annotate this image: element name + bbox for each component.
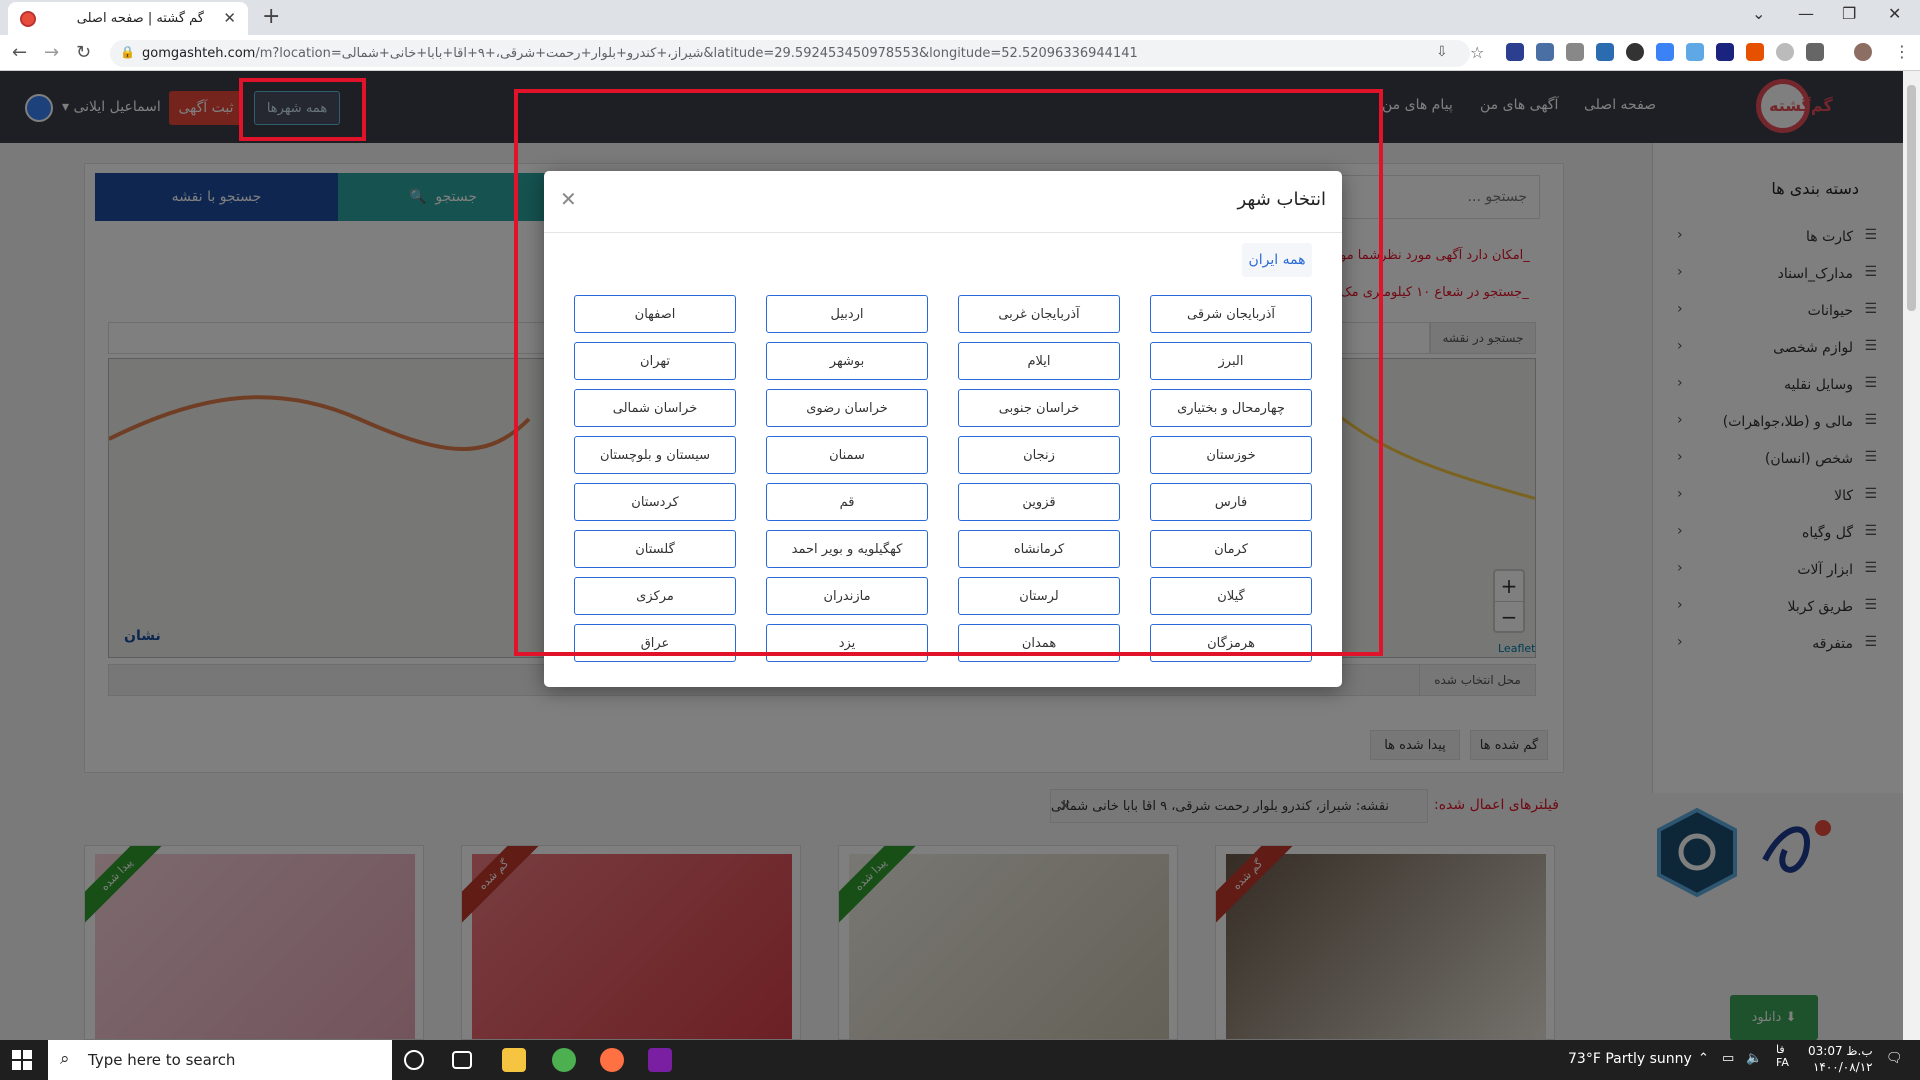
city-button[interactable]: خراسان جنوبی [958,389,1120,427]
bookmark-star-icon[interactable]: ☆ [1470,43,1484,62]
city-select-modal: انتخاب شهر ✕ همه ایران آذربایجان شرقی آذ… [544,171,1342,687]
restore-icon[interactable]: ❐ [1842,4,1856,23]
page-scrollbar[interactable] [1903,71,1920,1040]
firefox-icon[interactable] [600,1048,624,1072]
city-button[interactable]: قزوین [958,483,1120,521]
close-tab-icon[interactable]: ✕ [223,9,236,27]
windows-start-icon[interactable] [12,1050,32,1070]
weather-widget[interactable]: 73°F Partly sunny [1568,1051,1692,1067]
profile-avatar[interactable] [1854,43,1872,61]
notifications-icon[interactable]: 🗨 [1886,1051,1903,1066]
extension-icon[interactable] [1686,43,1704,61]
taskbar-search-input[interactable]: ⌕ Type here to search [48,1040,392,1080]
kebab-menu-icon[interactable]: ⋮ [1894,42,1910,61]
city-button[interactable]: عراق [574,624,736,662]
city-button[interactable]: آذربایجان غربی [958,295,1120,333]
city-button[interactable]: خراسان رضوی [766,389,928,427]
city-button[interactable]: گیلان [1150,577,1312,615]
new-tab-icon[interactable]: + [262,4,280,29]
translate-extension-icon[interactable] [1656,43,1674,61]
city-button[interactable]: مازندران [766,577,928,615]
city-button[interactable]: لرستان [958,577,1120,615]
city-button[interactable]: کرمان [1150,530,1312,568]
task-view-icon[interactable] [452,1051,472,1069]
taskbar-clock[interactable]: 03:07 ب.ظ ۱۴۰۰/۰۸/۱۲ [1808,1043,1873,1075]
language-indicator[interactable]: فا FA [1776,1043,1789,1069]
modal-backdrop[interactable]: انتخاب شهر ✕ همه ایران آذربایجان شرقی آذ… [0,71,1903,1040]
city-button[interactable]: کرمانشاه [958,530,1120,568]
city-button[interactable]: هرمزگان [1150,624,1312,662]
extension-icon[interactable] [1716,43,1734,61]
forward-icon[interactable]: → [44,42,59,63]
chrome-icon[interactable] [552,1048,576,1072]
puzzle-icon[interactable] [1806,43,1824,61]
minimize-icon[interactable]: — [1798,4,1814,23]
city-button[interactable]: ایلام [958,342,1120,380]
extension-icon[interactable] [1506,43,1524,61]
city-button[interactable]: اردبیل [766,295,928,333]
reload-icon[interactable]: ↻ [76,42,91,63]
all-iran-button[interactable]: همه ایران [1242,243,1312,277]
camera-extension-icon[interactable] [1566,43,1584,61]
city-button[interactable]: زنجان [958,436,1120,474]
network-icon[interactable]: ▭ [1722,1051,1734,1066]
city-grid: آذربایجان شرقی آذربایجان غربی اردبیل اصف… [574,295,1312,675]
modal-title: انتخاب شهر [1237,189,1326,210]
extension-icon[interactable] [1536,43,1554,61]
extension-icon[interactable] [1776,43,1794,61]
city-button[interactable]: آذربایجان شرقی [1150,295,1312,333]
address-bar: ← → ↻ 🔒 gomgashteh.com/m?location=شیراز،… [0,35,1920,71]
browser-tab-title: گم گشته | صفحه اصلی [76,11,204,26]
city-button[interactable]: بوشهر [766,342,928,380]
tab-search-chevron-icon[interactable]: ⌄ [1752,4,1765,23]
city-button[interactable]: فارس [1150,483,1312,521]
file-explorer-icon[interactable] [502,1048,526,1072]
city-button[interactable]: همدان [958,624,1120,662]
city-button[interactable]: سمنان [766,436,928,474]
modal-header: انتخاب شهر ✕ [544,171,1342,233]
city-button[interactable]: سیستان و بلوچستان [574,436,736,474]
url-text: gomgashteh.com/m?location=شیراز،+کندرو+ب… [142,46,1138,61]
url-input[interactable]: 🔒 gomgashteh.com/m?location=شیراز،+کندرو… [110,40,1484,67]
browser-tab[interactable]: گم گشته | صفحه اصلی ✕ [8,2,248,35]
close-icon[interactable]: ✕ [560,187,577,211]
extension-icon[interactable] [1596,43,1614,61]
site-favicon-icon [20,11,36,27]
city-button[interactable]: تهران [574,342,736,380]
lock-icon[interactable]: 🔒 [120,45,135,59]
back-icon[interactable]: ← [12,42,27,63]
city-button[interactable]: یزد [766,624,928,662]
windows-taskbar: ⌕ Type here to search 73°F Partly sunny … [0,1040,1920,1080]
volume-icon[interactable]: 🔈 [1746,1051,1762,1066]
city-button[interactable]: کردستان [574,483,736,521]
phpstorm-icon[interactable] [648,1048,672,1072]
close-window-icon[interactable]: ✕ [1888,4,1901,23]
city-button[interactable]: اصفهان [574,295,736,333]
city-button[interactable]: خراسان شمالی [574,389,736,427]
browser-tab-strip: گم گشته | صفحه اصلی ✕ + ⌄ — ❐ ✕ [0,0,1920,35]
city-button[interactable]: کهگیلویه و بویر احمد [766,530,928,568]
extension-icon[interactable] [1626,43,1644,61]
city-button[interactable]: گلستان [574,530,736,568]
scrollbar-thumb[interactable] [1907,85,1916,311]
city-button[interactable]: خوزستان [1150,436,1312,474]
extension-icon[interactable] [1746,43,1764,61]
city-button[interactable]: چهارمحال و بختیاری [1150,389,1312,427]
search-icon: ⌕ [60,1049,70,1069]
install-icon[interactable]: ⇩ [1436,44,1448,60]
city-button[interactable]: البرز [1150,342,1312,380]
city-button[interactable]: قم [766,483,928,521]
cortana-icon[interactable] [404,1050,424,1070]
city-button[interactable]: مرکزی [574,577,736,615]
tray-chevron-icon[interactable]: ⌃ [1698,1051,1709,1066]
